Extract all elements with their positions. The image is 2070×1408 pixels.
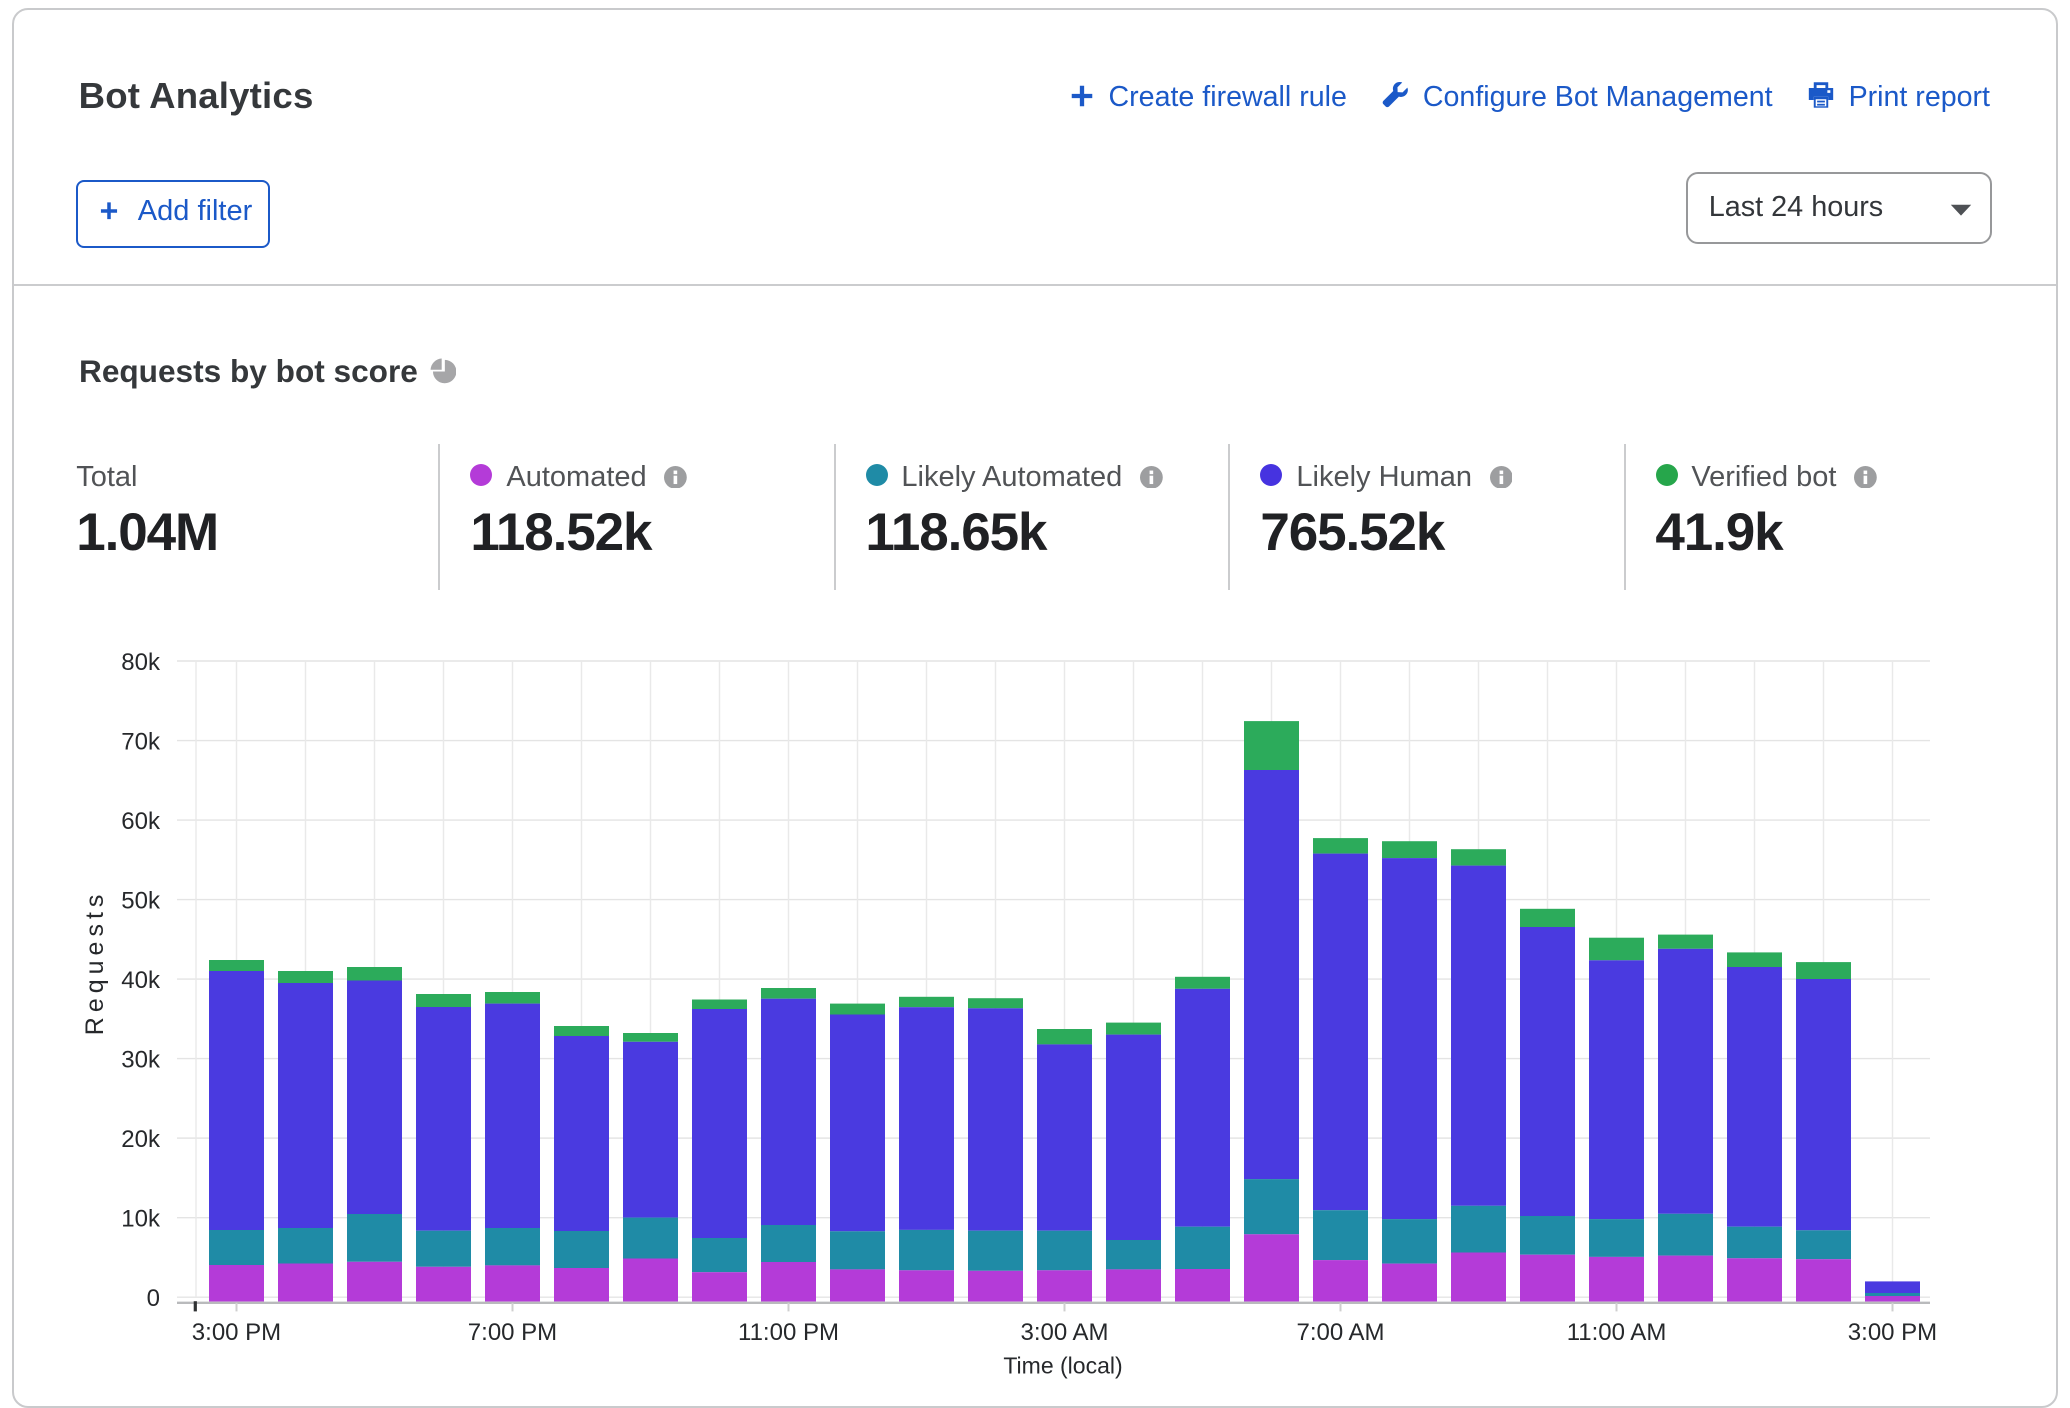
svg-text:30k: 30k	[121, 1046, 161, 1073]
svg-text:50k: 50k	[121, 887, 161, 914]
svg-text:20k: 20k	[121, 1126, 161, 1153]
svg-text:60k: 60k	[121, 808, 161, 835]
svg-text:3:00 PM: 3:00 PM	[192, 1319, 281, 1346]
svg-text:7:00 AM: 7:00 AM	[1296, 1319, 1384, 1346]
svg-text:40k: 40k	[121, 967, 161, 994]
svg-text:Requests: Requests	[81, 890, 109, 1036]
svg-text:Time (local): Time (local)	[1003, 1353, 1122, 1379]
svg-text:80k: 80k	[121, 649, 161, 676]
svg-text:11:00 PM: 11:00 PM	[738, 1319, 839, 1346]
svg-text:0: 0	[147, 1285, 160, 1312]
svg-text:10k: 10k	[121, 1205, 161, 1232]
svg-text:7:00 PM: 7:00 PM	[468, 1319, 557, 1346]
svg-text:70k: 70k	[121, 728, 161, 755]
svg-text:3:00 AM: 3:00 AM	[1020, 1319, 1108, 1346]
svg-text:3:00 PM: 3:00 PM	[1848, 1319, 1937, 1346]
svg-text:11:00 AM: 11:00 AM	[1567, 1319, 1667, 1346]
